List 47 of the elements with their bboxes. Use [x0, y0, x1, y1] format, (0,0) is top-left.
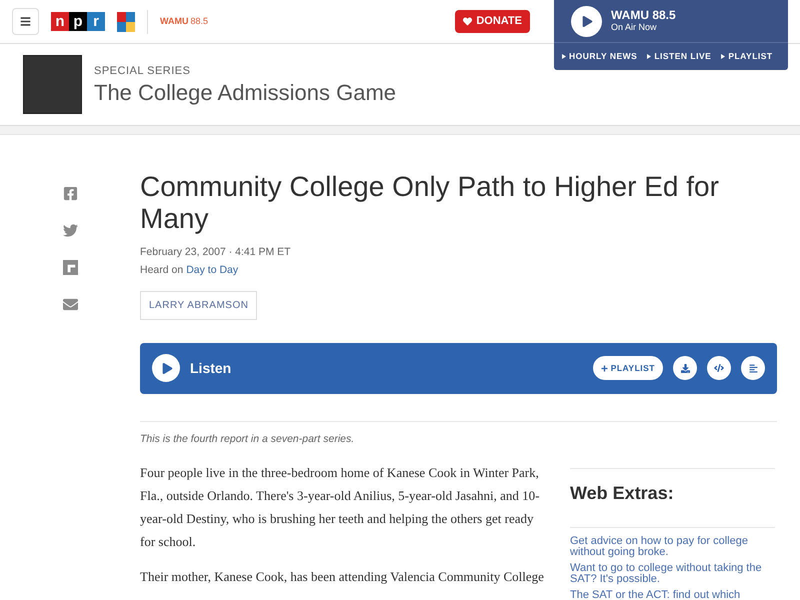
listen-label: Listen: [190, 358, 232, 378]
plus-icon: [600, 364, 608, 372]
photo-placeholder: [23, 55, 82, 114]
play-button[interactable]: [571, 6, 602, 36]
play-icon: [162, 362, 172, 374]
transcript-button[interactable]: [741, 356, 765, 380]
menu-icon: [20, 16, 31, 27]
series-kicker: SPECIAL SERIES: [94, 64, 192, 80]
web-extras-title: Web Extras:: [570, 482, 675, 506]
series-note: This is the fourth report in a seven-part series.: [140, 432, 356, 446]
twitter-icon[interactable]: [63, 223, 78, 238]
anniversary-logo-icon: [117, 12, 135, 32]
station-name: WAMU 88.5: [611, 9, 676, 21]
triangle-icon: [721, 54, 726, 58]
triangle-icon: [647, 54, 652, 58]
donate-button[interactable]: DONATE: [455, 10, 530, 33]
series-title[interactable]: The College Admissions Game: [94, 80, 396, 106]
station-logo[interactable]: WAMU 88.5: [160, 14, 208, 28]
web-extra-link[interactable]: The SAT or the ACT: find out which: [570, 590, 775, 600]
play-button[interactable]: [152, 354, 180, 382]
npr-logo[interactable]: n p r: [51, 12, 105, 31]
download-icon: [680, 364, 690, 372]
on-air-label: On Air Now: [611, 21, 658, 33]
web-extra-link[interactable]: Want to go to college without taking the SAT? It's possible.: [570, 563, 775, 586]
player-link[interactable]: PLAYLIST: [721, 50, 773, 62]
code-icon: [714, 363, 724, 373]
add-playlist-button[interactable]: PLAYLIST: [592, 356, 663, 380]
article-date: February 23, 2007 · 4:41 PM ET: [140, 245, 292, 260]
heard-on-label: Heard on: [140, 262, 184, 278]
show-link[interactable]: Day to Day: [186, 262, 238, 278]
web-extra-link[interactable]: Get advice on how to pay for college without going broke.: [570, 536, 775, 558]
article-headline: Community College Only Path to Higher Ed for Many: [140, 171, 720, 235]
player-link[interactable]: HOURLY NEWS: [562, 50, 638, 62]
flipboard-icon[interactable]: [63, 260, 78, 275]
menu-button[interactable]: [12, 8, 39, 35]
download-button[interactable]: [673, 356, 697, 380]
triangle-icon: [562, 54, 566, 58]
facebook-icon[interactable]: [63, 186, 78, 201]
embed-button[interactable]: [707, 356, 731, 380]
player-link[interactable]: LISTEN LIVE: [647, 50, 712, 62]
article-paragraph: Their mother, Kanese Cook, has been attending Valencia Community College: [140, 568, 545, 586]
play-icon: [582, 16, 593, 26]
email-icon[interactable]: [63, 297, 78, 312]
transcript-icon: [748, 364, 758, 372]
heart-icon: [463, 17, 472, 26]
article-paragraph: Four people live in the three-bedroom home of Kanese Cook in Winter Park, Fla., outside Orlando. There's 3-year-old Anilius, 5-year-old Jasahni, and 10-year-old Destiny, who is brushing her teeth and helping the others get ready for school.: [140, 464, 540, 552]
byline-tag[interactable]: LARRY ABRAMSON: [140, 290, 258, 320]
